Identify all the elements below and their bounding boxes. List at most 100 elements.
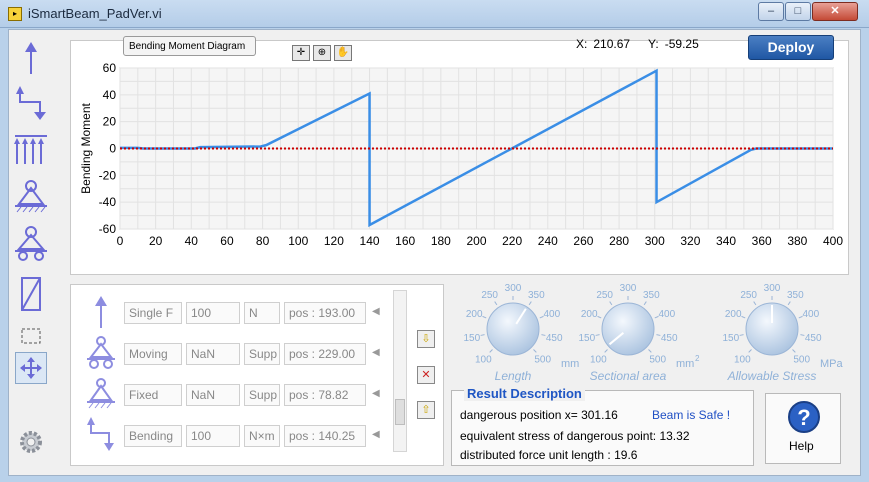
load-row[interactable]: Bending 100 N×m pos : 140.25 ◀ — [82, 416, 382, 454]
knob-tick — [753, 301, 757, 306]
load-row[interactable]: Fixed NaN Supp pos : 78.82 ◀ — [82, 375, 382, 413]
knob-dial — [601, 302, 655, 356]
load-row[interactable]: Single F 100 Npos : 193.00 ◀ — [82, 293, 382, 331]
up-arrow-icon — [25, 42, 37, 74]
knob-length[interactable]: 100 150 200 250 300 350 400 450 500 mm Length — [463, 283, 579, 383]
knob-tick — [748, 349, 752, 353]
knob-tick — [643, 301, 647, 306]
load-position-field[interactable]: pos : 229.00 — [284, 343, 366, 365]
load-unit-field: Supp — [244, 384, 280, 406]
distributed-load-icon — [14, 135, 47, 164]
knob-tick — [595, 334, 600, 336]
y-tick-label: 0 — [109, 142, 116, 156]
scrollbar-thumb[interactable] — [395, 399, 405, 425]
x-tick-label: 140 — [360, 234, 380, 248]
knob-sectional-area[interactable]: 100 150 200 250 300 350 400 450 500 mm 2 Sectional … — [578, 283, 700, 383]
move-up-button[interactable]: ⇧ — [417, 401, 435, 419]
bending-moment-chart[interactable]: 0 20 40 60 80 100 120 140 160 180 200 220 240 260 280 3… — [70, 58, 849, 268]
load-position-field[interactable]: pos : 193.00 — [284, 302, 366, 324]
graph-palette-label[interactable]: Bending Moment Diagram — [123, 36, 256, 56]
crosshair-icon: ✛ — [296, 47, 306, 58]
loads-scrollbar[interactable] — [393, 290, 407, 452]
settings-tool[interactable] — [11, 424, 51, 460]
knob-tick-label: 350 — [643, 290, 660, 301]
knob-tick-label: 450 — [546, 333, 563, 344]
knob-unit: mm — [676, 358, 694, 370]
load-value-field[interactable]: NaN — [186, 384, 240, 406]
load-value-field[interactable]: 100 — [186, 425, 240, 447]
knob-unit-superscript: 2 — [695, 354, 700, 363]
x-tick-label: 160 — [395, 234, 415, 248]
knob-unit: MPa — [820, 358, 844, 370]
bending-moment-tool[interactable] — [11, 86, 51, 122]
beam-section-tool[interactable] — [11, 276, 51, 312]
y-axis-label: Bending Moment — [79, 102, 93, 193]
load-type-field: Fixed — [124, 384, 182, 406]
moving-support-icon — [82, 334, 120, 372]
load-row[interactable]: Moving NaN Supp pos : 229.00 ◀ — [82, 334, 382, 372]
fixed-support-tool[interactable] — [11, 178, 51, 214]
bending-moment-icon — [16, 86, 46, 120]
y-tick-label: 20 — [103, 115, 117, 129]
move-tool[interactable] — [15, 352, 47, 384]
x-tick-label: 340 — [716, 234, 736, 248]
close-button[interactable]: ✕ — [812, 2, 858, 21]
x-tick-label: 20 — [149, 234, 163, 248]
knob-tick-label: 400 — [543, 309, 560, 320]
title-bar: ▸ iSmartBeam_PadVer.vi – □ ✕ — [0, 0, 869, 28]
x-tick-label: 40 — [185, 234, 199, 248]
x-tick-label: 320 — [680, 234, 700, 248]
knob-tick — [648, 349, 652, 353]
knob-tick — [597, 315, 602, 319]
knob-allowable-stress[interactable]: 100 150 200 250 300 350 400 450 500 MPaAllowable … — [722, 283, 843, 383]
x-tick-label: 240 — [538, 234, 558, 248]
position-arrow-icon[interactable]: ◀ — [372, 306, 384, 320]
knob-tick — [609, 301, 613, 306]
load-type-field: Bending — [124, 425, 182, 447]
move-down-button[interactable]: ⇩ — [417, 330, 435, 348]
distributed-load-tool[interactable] — [11, 132, 51, 168]
maximize-button[interactable]: □ — [785, 2, 811, 21]
select-tool[interactable] — [11, 324, 51, 348]
knob-tick-label: 450 — [661, 333, 678, 344]
knob-tick-label: 200 — [581, 309, 598, 320]
help-button[interactable]: ? — [765, 393, 841, 464]
position-arrow-icon[interactable]: ◀ — [372, 388, 384, 402]
load-value-field[interactable]: NaN — [186, 343, 240, 365]
knob-tick — [528, 301, 532, 306]
parameter-knobs: 100150200250300350400450500 mmLength10015… — [463, 283, 843, 383]
knob-tick-label: 350 — [787, 290, 804, 301]
knob-label: Allowable Stress — [727, 369, 817, 383]
fixed-support-icon — [15, 180, 47, 213]
load-position-field[interactable]: pos : 140.25 — [284, 425, 366, 447]
load-value-field[interactable]: 100 — [186, 302, 240, 324]
deploy-button[interactable]: Deploy — [748, 35, 834, 60]
x-tick-label: 120 — [324, 234, 344, 248]
single-force-tool[interactable] — [11, 40, 51, 76]
knob-tick — [533, 349, 537, 353]
delete-x-icon: ✕ — [421, 369, 431, 381]
knob-tick-label: 100 — [734, 355, 751, 366]
y-tick-label: 60 — [103, 61, 117, 75]
knob-tick-label: 400 — [658, 309, 675, 320]
knob-unit: mm — [561, 358, 579, 370]
labview-app-icon: ▸ — [8, 7, 22, 21]
x-tick-label: 360 — [752, 234, 772, 248]
knob-tick-label: 500 — [649, 355, 666, 366]
knob-tick — [739, 334, 744, 336]
x-tick-label: 400 — [823, 234, 843, 248]
delete-button[interactable]: ✕ — [417, 366, 435, 384]
gear-icon — [20, 431, 42, 453]
moving-support-tool[interactable] — [11, 226, 51, 262]
x-tick-label: 220 — [502, 234, 522, 248]
position-arrow-icon[interactable]: ◀ — [372, 347, 384, 361]
position-arrow-icon[interactable]: ◀ — [372, 429, 384, 443]
knob-tick-label: 400 — [802, 309, 819, 320]
x-tick-label: 380 — [787, 234, 807, 248]
selection-box-icon — [21, 328, 41, 344]
load-position-field[interactable]: pos : 78.82 — [284, 384, 366, 406]
minimize-button[interactable]: – — [758, 2, 784, 21]
single-force-icon — [82, 293, 120, 331]
x-tick-label: 280 — [609, 234, 629, 248]
beam-safe-status: Beam is Safe ! — [652, 408, 731, 422]
